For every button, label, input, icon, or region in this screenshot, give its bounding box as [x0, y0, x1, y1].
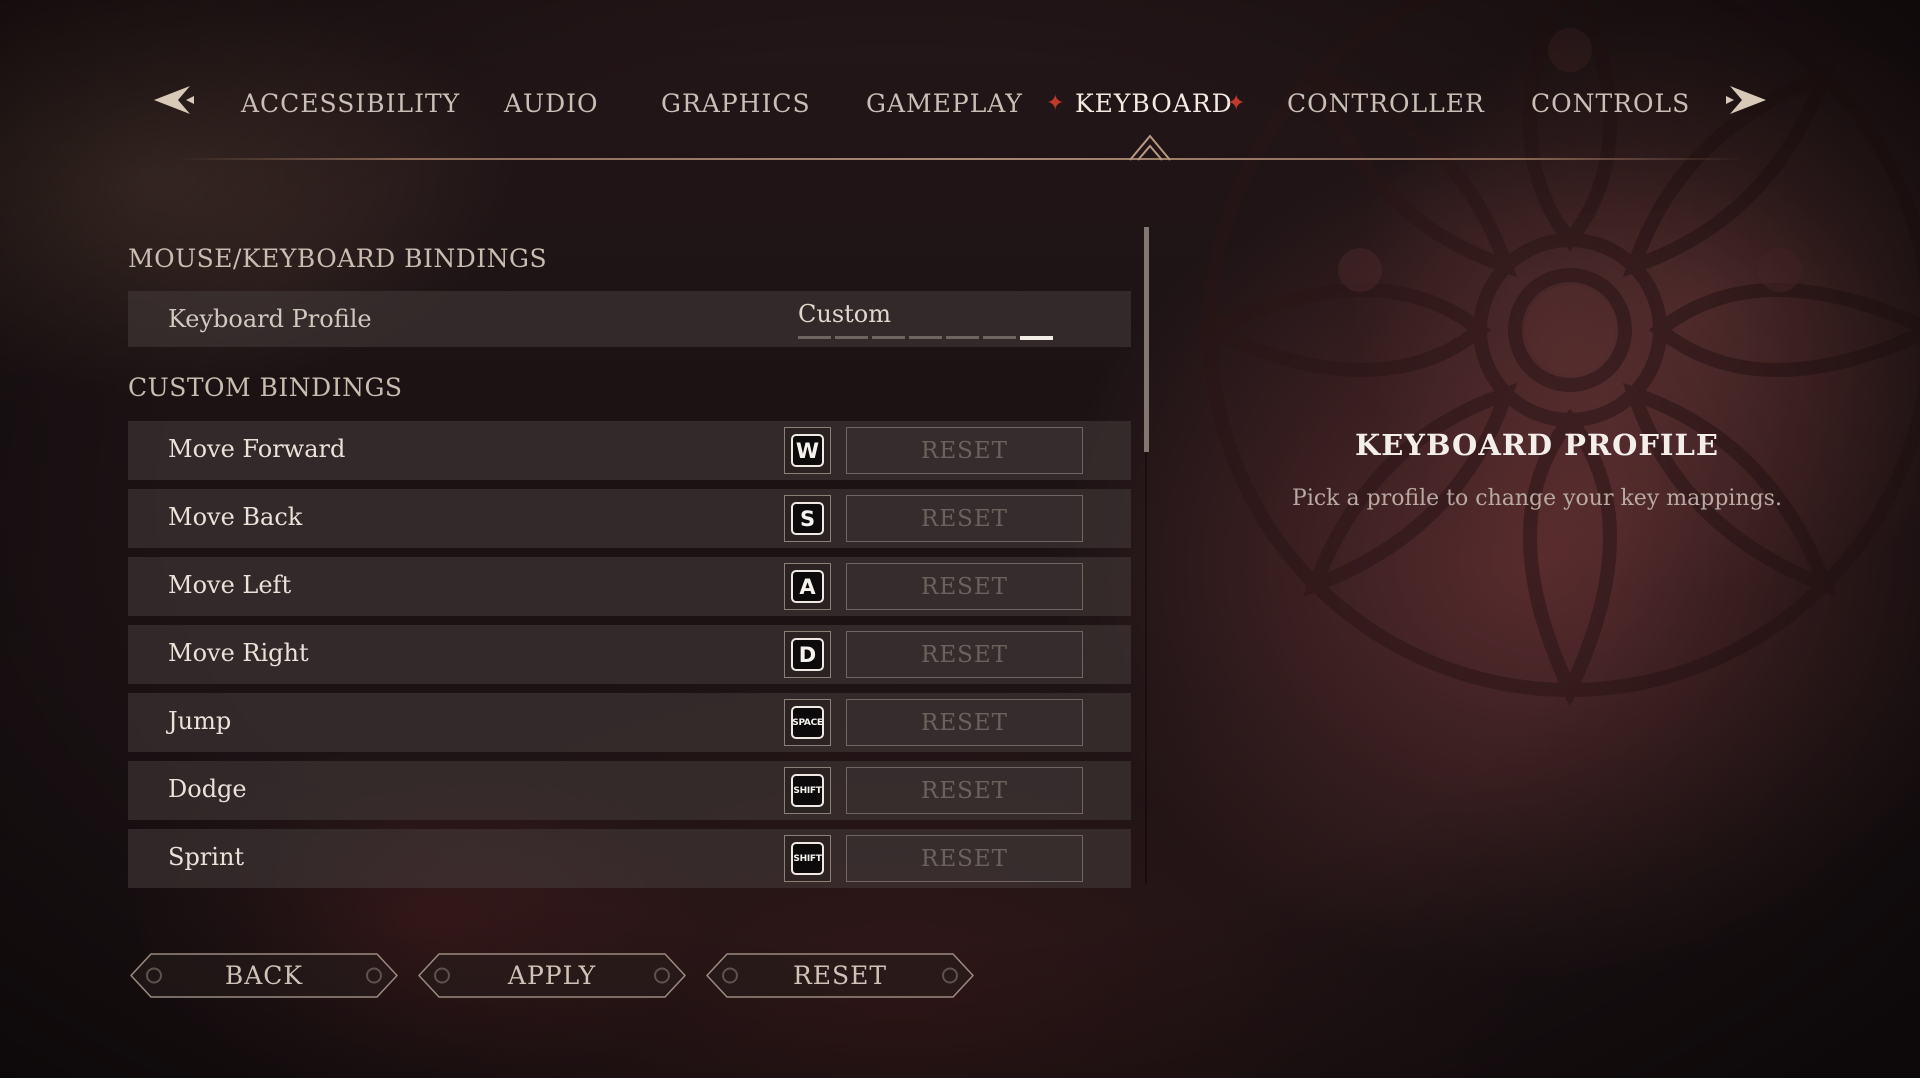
tab-controls[interactable]: CONTROLS [1531, 84, 1690, 124]
binding-row-sprint[interactable]: Sprint SHIFT RESET [128, 829, 1131, 888]
keycap-icon: A [791, 570, 824, 603]
binding-action-label: Move Back [168, 503, 303, 531]
binding-row-dodge[interactable]: Dodge SHIFT RESET [128, 761, 1131, 820]
tab-accessibility[interactable]: ACCESSIBILITY [241, 84, 460, 124]
reset-binding-button[interactable]: RESET [846, 767, 1083, 814]
keycap-icon: SPACE [791, 706, 824, 739]
section-title-custom: CUSTOM BINDINGS [128, 373, 403, 402]
keyboard-profile-selector[interactable]: Keyboard Profile Custom [128, 291, 1131, 347]
key-binding-slot[interactable]: W [784, 427, 831, 474]
tab-audio[interactable]: AUDIO [504, 84, 599, 124]
binding-action-label: Move Right [168, 639, 309, 667]
binding-action-label: Move Left [168, 571, 292, 599]
apply-button[interactable]: APPLY [417, 952, 687, 999]
arrow-right-icon[interactable] [1724, 84, 1770, 116]
keycap-icon: W [791, 434, 824, 467]
back-button-label: BACK [224, 961, 304, 990]
reset-binding-button[interactable]: RESET [846, 699, 1083, 746]
tab-graphics[interactable]: GRAPHICS [661, 84, 811, 124]
profile-option-segment [798, 336, 831, 339]
binding-row-jump[interactable]: Jump SPACE RESET [128, 693, 1131, 752]
tab-controller[interactable]: CONTROLLER [1287, 84, 1485, 124]
binding-row-move-back[interactable]: Move Back S RESET [128, 489, 1131, 548]
reset-all-button-label: RESET [792, 961, 888, 990]
section-title-bindings: MOUSE/KEYBOARD BINDINGS [128, 244, 548, 273]
binding-row-move-forward[interactable]: Move Forward W RESET [128, 421, 1131, 480]
scrollbar-thumb[interactable] [1144, 227, 1149, 452]
reset-binding-button[interactable]: RESET [846, 427, 1083, 474]
keycap-icon: SHIFT [791, 842, 824, 875]
back-button[interactable]: BACK [129, 952, 399, 999]
binding-row-move-right[interactable]: Move Right D RESET [128, 625, 1131, 684]
key-binding-slot[interactable]: SHIFT [784, 835, 831, 882]
star-icon: ✦ [1046, 91, 1066, 116]
profile-option-segment [946, 336, 979, 339]
keycap-icon: D [791, 638, 824, 671]
profile-value: Custom [798, 300, 891, 328]
profile-option-segment [909, 336, 942, 339]
reset-binding-button[interactable]: RESET [846, 563, 1083, 610]
profile-option-segment [872, 336, 905, 339]
reset-binding-button[interactable]: RESET [846, 835, 1083, 882]
profile-option-segment [983, 336, 1016, 339]
description-text: Pick a profile to change your key mappin… [1292, 486, 1782, 511]
reset-binding-button[interactable]: RESET [846, 495, 1083, 542]
key-binding-slot[interactable]: D [784, 631, 831, 678]
profile-option-segment [835, 336, 868, 339]
arrow-left-icon[interactable] [150, 84, 196, 116]
key-binding-slot[interactable]: SHIFT [784, 767, 831, 814]
binding-action-label: Jump [168, 707, 232, 735]
tab-keyboard[interactable]: KEYBOARD [1075, 84, 1233, 124]
reset-all-button[interactable]: RESET [705, 952, 975, 999]
binding-action-label: Move Forward [168, 435, 346, 463]
tab-gameplay[interactable]: GAMEPLAY [866, 84, 1023, 124]
binding-action-label: Sprint [168, 843, 245, 871]
binding-action-label: Dodge [168, 775, 247, 803]
binding-row-move-left[interactable]: Move Left A RESET [128, 557, 1131, 616]
reset-binding-button[interactable]: RESET [846, 631, 1083, 678]
active-tab-caret-icon [1129, 134, 1171, 161]
keycap-icon: SHIFT [791, 774, 824, 807]
settings-nav: ACCESSIBILITY AUDIO GRAPHICS GAMEPLAY ✦ … [0, 0, 1920, 170]
apply-button-label: APPLY [507, 961, 597, 990]
key-binding-slot[interactable]: S [784, 495, 831, 542]
description-title: KEYBOARD PROFILE [1355, 428, 1719, 462]
keycap-icon: S [791, 502, 824, 535]
profile-option-indicator [798, 336, 1053, 340]
profile-label: Keyboard Profile [168, 305, 372, 333]
star-icon: ✦ [1227, 91, 1247, 116]
profile-option-segment [1020, 336, 1053, 340]
key-binding-slot[interactable]: A [784, 563, 831, 610]
key-binding-slot[interactable]: SPACE [784, 699, 831, 746]
nav-divider [175, 158, 1745, 160]
